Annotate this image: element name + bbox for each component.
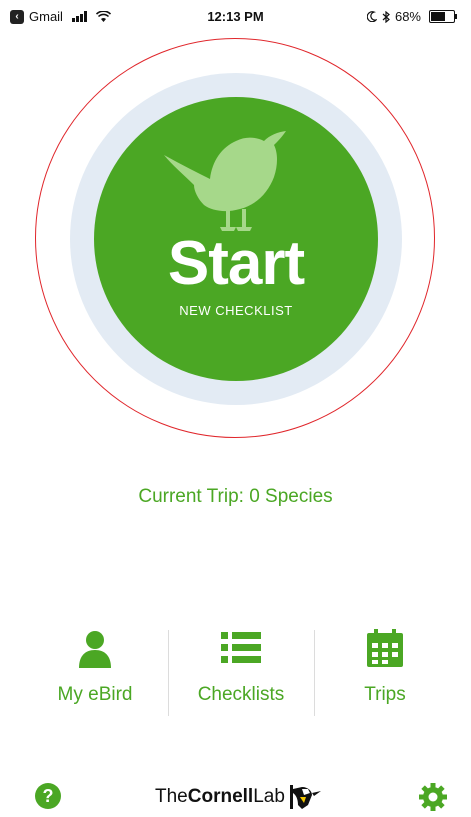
calendar-icon <box>367 629 403 667</box>
gear-icon[interactable] <box>418 782 448 812</box>
bird-icon <box>164 131 286 231</box>
woodpecker-logo-icon <box>289 785 321 809</box>
person-icon <box>79 631 111 668</box>
battery-fill <box>431 12 446 21</box>
start-new-checklist-button[interactable]: Start NEW CHECKLIST <box>94 97 378 381</box>
battery-percent: 68% <box>394 9 421 24</box>
nav-trips[interactable]: Trips <box>310 628 460 706</box>
footer: ? TheCornellLab <box>0 780 471 816</box>
nav-trips-label: Trips <box>364 684 406 705</box>
cornell-lab-logo-text: TheCornellLab <box>155 786 285 807</box>
bluetooth-icon <box>382 10 390 23</box>
status-bar: ‹ Gmail 12:13 PM 68% <box>0 0 471 34</box>
nav-my-ebird-label: My eBird <box>57 684 133 705</box>
status-right: 68% <box>366 9 457 24</box>
cornell-lab-logo: TheCornellLab <box>155 783 322 811</box>
svg-text:?: ? <box>43 786 54 806</box>
list-icon <box>221 632 261 663</box>
start-label: Start <box>167 229 305 298</box>
main-nav: My eBird Checklists Trips <box>0 628 471 728</box>
current-trip-link[interactable]: Current Trip: 0 Species <box>0 486 471 508</box>
battery-icon <box>429 10 457 23</box>
help-icon[interactable]: ? <box>34 782 62 810</box>
nav-checklists-label: Checklists <box>197 684 285 705</box>
nav-checklists[interactable]: Checklists <box>166 628 316 706</box>
nav-my-ebird[interactable]: My eBird <box>20 628 170 706</box>
moon-icon <box>366 11 377 22</box>
new-checklist-label: NEW CHECKLIST <box>179 303 293 318</box>
